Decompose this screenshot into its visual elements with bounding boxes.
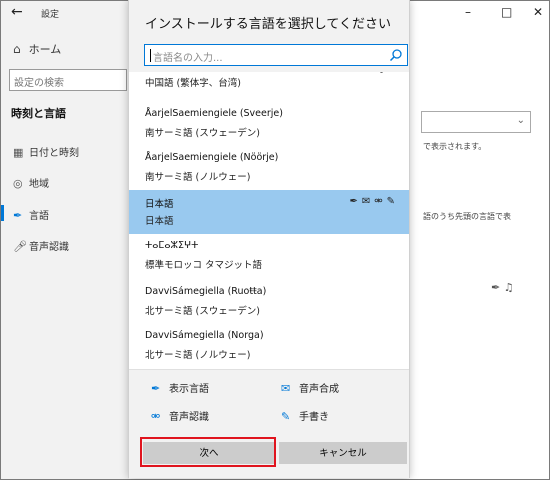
- language-japanese-name: 標準モロッコ タマジット語: [145, 260, 263, 271]
- sidebar-item-language[interactable]: ✒ 言語: [13, 207, 49, 222]
- language-native-name: ÅarjelSaemiengiele (Sveerje): [145, 108, 283, 119]
- handwriting-icon: ✎: [281, 410, 291, 423]
- legend-speech-recognition: ⚮ 音声認識: [151, 408, 209, 423]
- legend-text-to-speech: ✉ 音声合成: [281, 380, 339, 395]
- language-japanese-name: 南サーミ語 (スウェーデン): [145, 128, 260, 139]
- language-japanese-name: 北サーミ語 (ノルウェー): [145, 350, 251, 361]
- globe-icon: ◎: [13, 177, 23, 190]
- language-japanese-name: 日本語: [145, 216, 174, 227]
- annotation-highlight-box: [140, 437, 276, 467]
- dialog-title: インストールする言語を選択してください: [145, 17, 391, 32]
- home-link[interactable]: ⌂ ホーム: [13, 41, 61, 57]
- language-native-name: DavviSámegiella (Ruoŧŧa): [145, 286, 267, 297]
- chevron-down-icon: ⌄: [516, 115, 525, 126]
- sidebar-item-label: 日付と時刻: [29, 148, 79, 159]
- language-japanese-name: 中国語 (繁体字、台湾): [145, 78, 241, 89]
- language-search-input[interactable]: 言語名の入力...: [144, 44, 408, 66]
- feature-icons: ✒✉⚮✎: [349, 196, 399, 207]
- settings-search-input[interactable]: 設定の検索: [9, 69, 127, 91]
- right-text-2: 語のうち先頭の言語で表: [423, 212, 511, 221]
- language-icon: ✒: [13, 209, 23, 222]
- language-japanese-name: 北サーミ語 (スウェーデン): [145, 306, 260, 317]
- microphone-icon: 🎤︎: [13, 240, 27, 253]
- sidebar-item-date-time[interactable]: ▦ 日付と時刻: [13, 144, 79, 159]
- sidebar-item-label: 地域: [29, 179, 49, 190]
- active-indicator: [1, 205, 4, 221]
- display-language-icon: ✒: [151, 382, 161, 395]
- list-item-selected[interactable]: 日本語 日本語 ✒✉⚮✎: [129, 190, 409, 234]
- legend-label: 表示言語: [169, 384, 209, 395]
- microphone-icon: ⚮: [374, 196, 387, 207]
- sidebar-item-speech[interactable]: 🎤︎ 音声認識: [13, 238, 69, 253]
- display-language-dropdown[interactable]: ⌄: [421, 111, 531, 133]
- language-native-name: DavviSámegiella (Norga): [145, 330, 264, 341]
- section-title: 時刻と言語: [11, 107, 66, 120]
- app-title: 設定: [41, 10, 60, 20]
- add-language-dialog: インストールする言語を選択してください 言語名の入力... 中国語 (繁体字、台…: [128, 0, 410, 478]
- settings-main-partial: ⌄ で表示されます。 語のうち先頭の言語で表 ✒ ♫: [411, 1, 550, 480]
- home-icon: ⌂: [13, 42, 21, 56]
- legend-label: 手書き: [299, 412, 329, 423]
- text-to-speech-icon: ✉: [361, 196, 375, 207]
- feature-legend: ✒ 表示言語 ✉ 音声合成 ⚮ 音声認識 ✎ 手書き: [129, 369, 409, 431]
- list-item[interactable]: DavviSámegiella (Ruoŧŧa) 北サーミ語 (スウェーデン): [129, 280, 409, 324]
- list-item[interactable]: ÅarjelSaemiengiele (Sveerje) 南サーミ語 (スウェー…: [129, 102, 409, 146]
- titlebar-left: ← 設定: [1, 1, 129, 25]
- sidebar-item-region[interactable]: ◎ 地域: [13, 175, 49, 190]
- language-list[interactable]: 中国語 (繁体字、台湾) ÅarjelSaemiengiele (Sveerje…: [129, 72, 409, 369]
- list-item[interactable]: DavviSámegiella (Norga) 北サーミ語 (ノルウェー): [129, 324, 409, 368]
- microphone-icon: ⚮: [151, 410, 161, 423]
- language-native-name: ⵜⴰⵎⴰⵣⵉⵖⵜ: [145, 240, 199, 251]
- back-arrow-icon[interactable]: ←: [11, 4, 23, 20]
- text-caret: [150, 49, 151, 62]
- language-feature-icons: ✒ ♫: [491, 281, 514, 294]
- legend-handwriting: ✎ 手書き: [281, 408, 329, 423]
- settings-sidebar: ← 設定 ⌂ ホーム 設定の検索 時刻と言語 ▦ 日付と時刻 ◎ 地域 ✒ 言語 🎤︎ 音…: [1, 1, 129, 479]
- search-placeholder: 言語名の入力...: [153, 53, 223, 64]
- list-item[interactable]: ⵜⴰⵎⴰⵣⵉⵖⵜ 標準モロッコ タマジット語: [129, 234, 409, 278]
- text-to-speech-icon: ✉: [281, 382, 291, 395]
- right-text-1: で表示されます。: [423, 142, 487, 151]
- language-native-name: ÅarjelSaemiengiele (Nöörje): [145, 152, 279, 163]
- legend-label: 音声合成: [299, 384, 339, 395]
- list-item[interactable]: 中国語 (繁体字、台湾): [129, 72, 409, 96]
- handwriting-icon: ✎: [386, 196, 399, 207]
- sidebar-item-label: 音声認識: [29, 242, 69, 253]
- search-icon[interactable]: [389, 48, 403, 62]
- language-japanese-name: 南サーミ語 (ノルウェー): [145, 172, 251, 183]
- legend-label: 音声認識: [169, 412, 209, 423]
- list-item[interactable]: ÅarjelSaemiengiele (Nöörje) 南サーミ語 (ノルウェー…: [129, 146, 409, 190]
- display-language-icon: ✒: [349, 196, 362, 207]
- cancel-button[interactable]: キャンセル: [279, 442, 407, 464]
- calendar-icon: ▦: [13, 146, 24, 159]
- home-label: ホーム: [28, 43, 62, 56]
- language-native-name: 日本語: [145, 199, 174, 210]
- legend-display-language: ✒ 表示言語: [151, 380, 209, 395]
- sidebar-item-label: 言語: [29, 211, 49, 222]
